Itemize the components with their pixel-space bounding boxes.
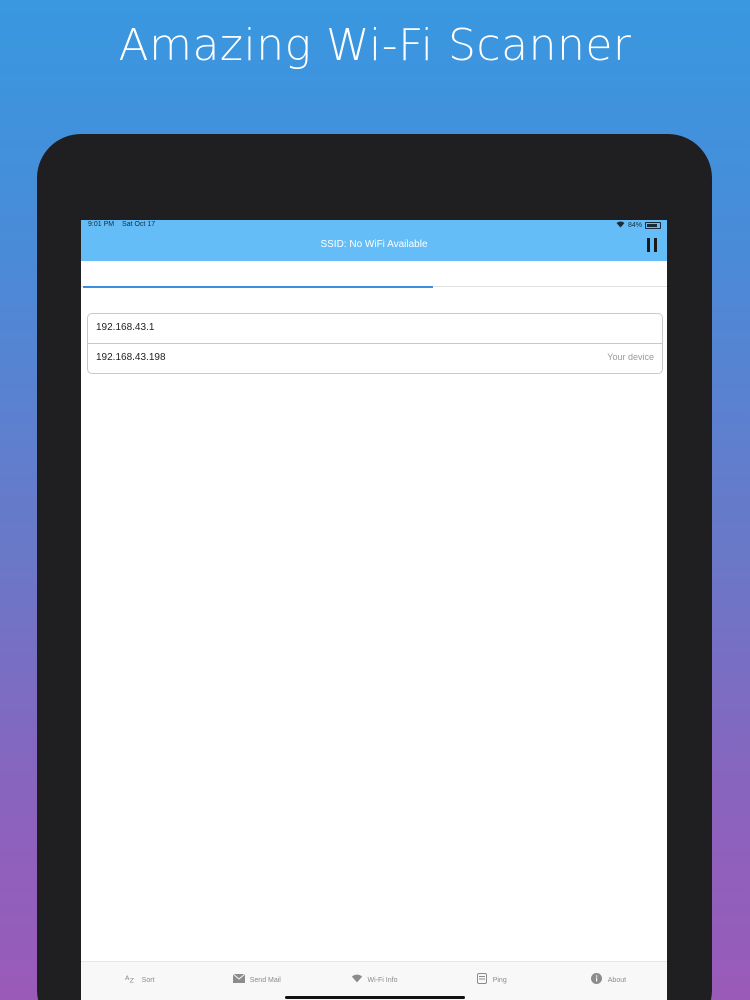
device-row[interactable]: 192.168.43.198 Your device [88, 344, 662, 373]
tab-label: Sort [141, 977, 155, 984]
wifi-icon [351, 972, 363, 984]
device-note: Your device [607, 352, 654, 362]
ping-icon [476, 972, 488, 984]
status-right: 84% [616, 221, 661, 230]
info-icon [591, 972, 603, 984]
tab-send-mail[interactable]: Send Mail [198, 962, 315, 1000]
battery-percent: 84% [627, 222, 642, 229]
nav-title: SSID: No WiFi Available [320, 239, 428, 250]
wifi-status-icon [616, 221, 625, 230]
status-date: Sat Oct 17 [122, 221, 156, 228]
app-screen: 9:01 PM Sat Oct 17 84% SSID: No WiFi Ava… [81, 220, 667, 1000]
tab-bar: A Z Sort Send Mail Wi-Fi Info Ping About [81, 961, 667, 1000]
tab-label: About [607, 977, 627, 984]
tab-ping[interactable]: Ping [433, 962, 550, 1000]
mail-icon [232, 972, 245, 984]
scan-progress-fill [83, 286, 433, 288]
status-time: 9:01 PM [88, 221, 115, 228]
device-ip: 192.168.43.198 [96, 352, 166, 363]
scan-progress-track [81, 286, 667, 288]
tab-about[interactable]: About [550, 962, 667, 1000]
svg-text:Z: Z [129, 977, 134, 984]
device-list: 192.168.43.1 192.168.43.198 Your device [87, 313, 663, 374]
promo-headline: Amazing Wi-Fi Scanner [118, 20, 632, 71]
device-ip: 192.168.43.1 [96, 322, 155, 333]
pause-button[interactable] [647, 238, 657, 252]
battery-icon [645, 222, 661, 229]
tab-label: Ping [492, 977, 507, 984]
tab-label: Send Mail [249, 977, 281, 984]
home-indicator [285, 996, 465, 999]
device-row[interactable]: 192.168.43.1 [88, 314, 662, 344]
pause-icon-bar [654, 238, 657, 252]
sort-az-icon: AZ [125, 972, 137, 984]
pause-icon [647, 238, 650, 252]
status-bar: 9:01 PM Sat Oct 17 84% [81, 220, 667, 230]
status-left: 9:01 PM Sat Oct 17 [88, 221, 161, 228]
tab-label: Wi-Fi Info [367, 977, 398, 984]
nav-bar: SSID: No WiFi Available [81, 230, 667, 261]
tab-wi-fi-info[interactable]: Wi-Fi Info [315, 962, 432, 1000]
tab-sort[interactable]: A Z Sort [81, 962, 198, 1000]
